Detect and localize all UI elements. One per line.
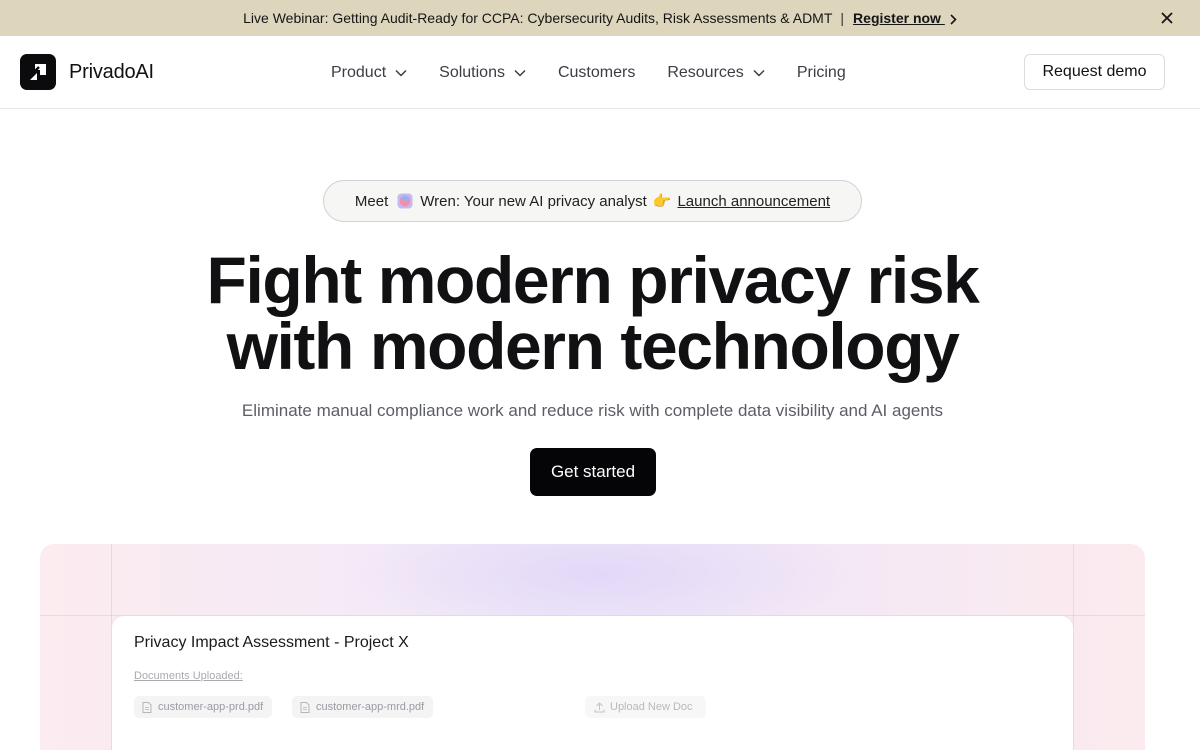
request-demo-button[interactable]: Request demo — [1024, 54, 1165, 90]
nav-item-resources[interactable]: Resources — [667, 63, 765, 82]
upload-new-doc-button[interactable]: Upload New Doc — [585, 696, 706, 718]
announcement-text: Live Webinar: Getting Audit-Ready for CC… — [243, 10, 833, 26]
nav-item-label: Solutions — [439, 63, 505, 81]
nav-item-label: Customers — [557, 63, 636, 81]
document-name: customer-app-mrd.pdf — [316, 701, 425, 713]
main-nav: PrivadoAI Product Solutions Customers Re… — [0, 36, 1200, 109]
assessment-card: Privacy Impact Assessment - Project X Do… — [112, 616, 1073, 750]
pointing-hand-icon: 👉 — [652, 193, 672, 210]
nav-item-label: Pricing — [796, 63, 846, 81]
close-icon[interactable] — [1160, 11, 1174, 25]
nav-item-product[interactable]: Product — [331, 64, 407, 82]
announcement-pill[interactable]: Meet Wren: Your new AI privacy analyst 👉… — [323, 180, 862, 222]
register-now-label: Register now — [853, 10, 941, 26]
upload-icon — [594, 701, 605, 712]
privado-logo-icon — [20, 54, 56, 90]
register-now-link[interactable]: Register now — [853, 10, 957, 26]
product-showcase: Privacy Impact Assessment - Project X Do… — [40, 544, 1145, 750]
announcement-bar: Live Webinar: Getting Audit-Ready for CC… — [0, 0, 1200, 36]
hero-subhead: Eliminate manual compliance work and red… — [241, 401, 944, 420]
pill-text: Wren: Your new AI privacy analyst — [420, 192, 647, 210]
headline-line-1: Fight modern privacy risk — [206, 243, 980, 317]
launch-announcement-link[interactable]: Launch announcement — [677, 193, 830, 210]
chevron-right-icon — [950, 14, 957, 25]
pill-prefix: Meet — [354, 192, 389, 210]
announcement-separator: | — [840, 10, 845, 26]
document-icon — [300, 701, 310, 713]
nav-menu: Product Solutions Customers Resources Pr… — [331, 36, 878, 109]
wren-icon — [397, 193, 413, 209]
grid-line — [1073, 544, 1074, 750]
chevron-down-icon — [514, 69, 526, 77]
documents-label: Documents Uploaded: — [134, 670, 243, 682]
brand-name: PrivadoAI — [69, 60, 154, 83]
nav-item-pricing[interactable]: Pricing — [797, 64, 846, 82]
nav-item-solutions[interactable]: Solutions — [439, 64, 526, 82]
document-chip[interactable]: customer-app-prd.pdf — [134, 696, 273, 718]
nav-item-label: Resources — [667, 63, 744, 81]
document-name: customer-app-prd.pdf — [158, 701, 264, 713]
headline-line-2: with modern technology — [226, 309, 960, 383]
document-chip[interactable]: customer-app-mrd.pdf — [292, 696, 434, 718]
card-title: Privacy Impact Assessment - Project X — [134, 634, 409, 651]
upload-label: Upload New Doc — [610, 701, 693, 713]
nav-item-customers[interactable]: Customers — [558, 64, 635, 82]
document-icon — [142, 701, 152, 713]
get-started-button[interactable]: Get started — [530, 448, 656, 496]
chevron-down-icon — [753, 69, 765, 77]
nav-item-label: Product — [331, 63, 387, 81]
hero-headline: Fight modern privacy risk with modern te… — [0, 247, 1185, 379]
brand-logo[interactable]: PrivadoAI — [20, 54, 154, 90]
chevron-down-icon — [395, 69, 407, 77]
